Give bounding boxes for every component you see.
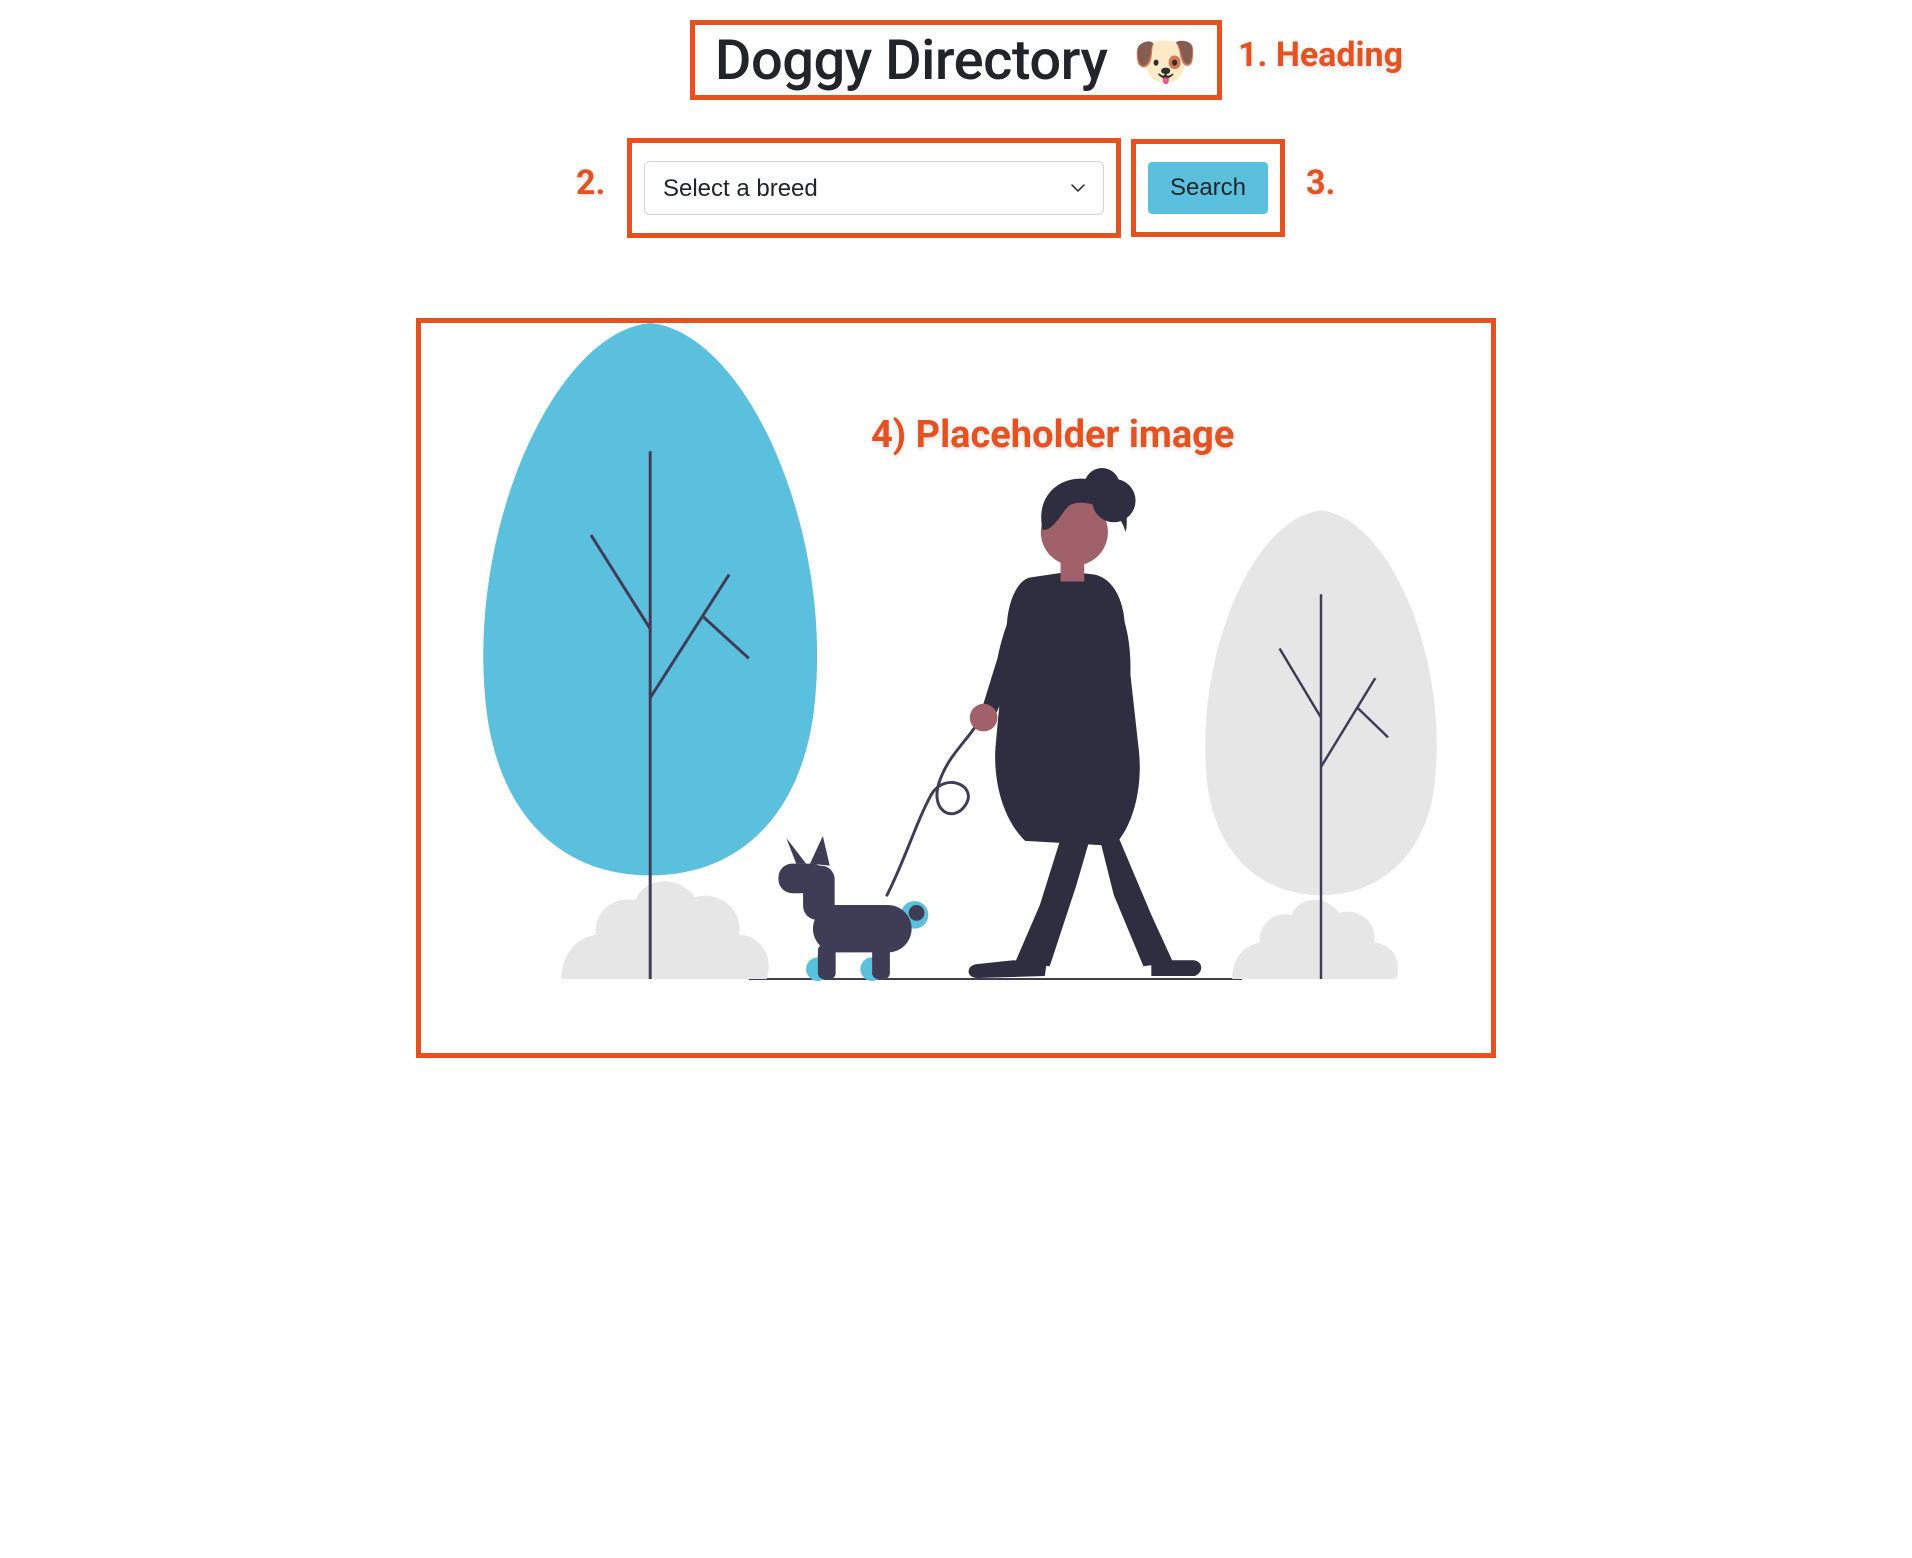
person-walking-icon [969, 468, 1202, 978]
breed-select[interactable]: Select a breed [644, 161, 1104, 215]
annotation-search-button-label: 3. [1306, 163, 1335, 203]
annotation-select-label: 2. [576, 163, 605, 203]
heading-annotation-box: Doggy Directory 🐶 [690, 20, 1222, 100]
dog-icon [778, 836, 928, 981]
annotation-heading-label: 1. Heading [1238, 35, 1403, 75]
placeholder-image-annotation-box: 4) Placeholder image [416, 318, 1496, 1058]
page-title-text: Doggy Directory [715, 27, 1108, 93]
left-blue-tree-icon [483, 323, 817, 979]
left-bush-icon [561, 881, 768, 979]
select-annotation-box: Select a breed [627, 138, 1121, 238]
right-bush-icon [1232, 900, 1398, 979]
leash-icon [887, 718, 981, 896]
page-title: Doggy Directory 🐶 [715, 27, 1197, 93]
annotation-placeholder-image-label: 4) Placeholder image [871, 413, 1234, 457]
search-button-annotation-box: Search [1131, 139, 1285, 237]
right-grey-tree-icon [1205, 510, 1436, 979]
dog-face-icon: 🐶 [1133, 31, 1197, 92]
search-button[interactable]: Search [1148, 162, 1268, 214]
